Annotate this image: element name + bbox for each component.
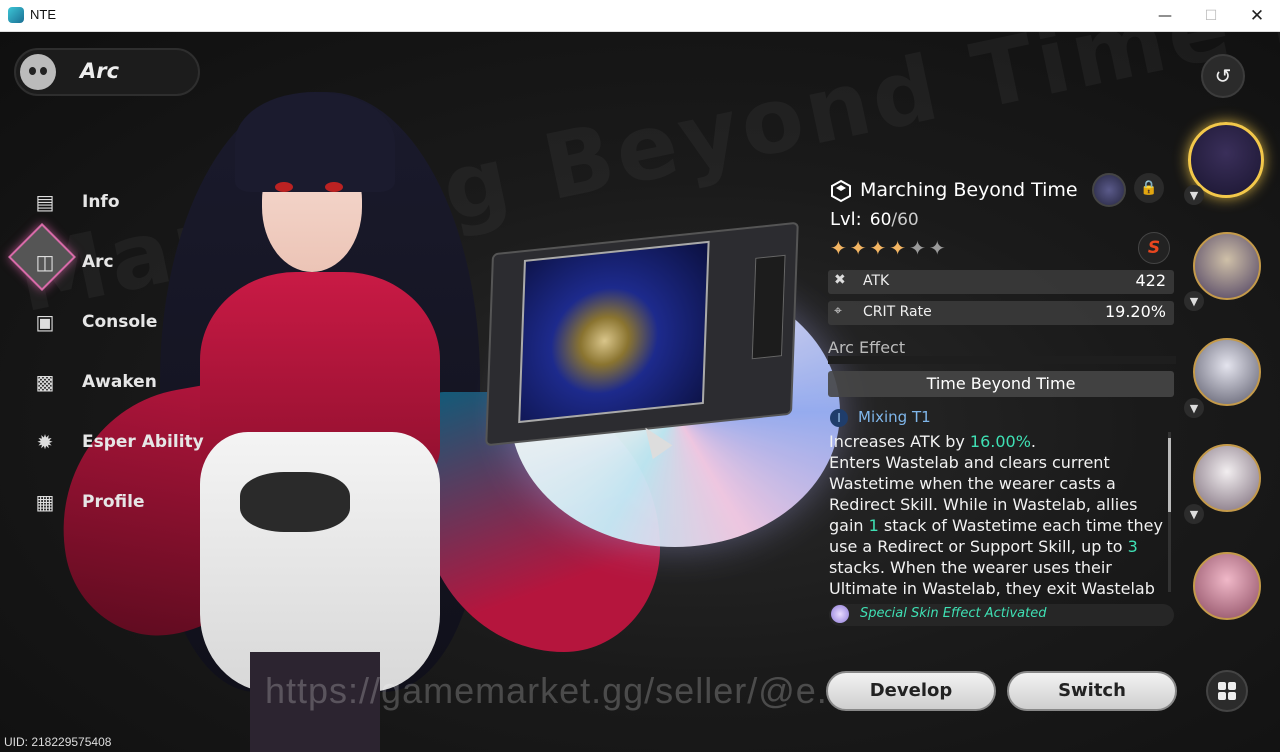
stat-name: ATK [863,273,890,289]
nav-item-label: Esper Ability [82,432,204,452]
desc-value: 3 [1127,537,1138,556]
nav-item-console[interactable]: ▣ Console [30,302,158,342]
nav-item-awaken[interactable]: ▩ Awaken [30,362,157,402]
desc-text: Increases ATK by [829,432,970,451]
profile-icon: ▦ [35,490,55,514]
stat-name: CRIT Rate [863,304,932,320]
special-skin-banner: Special Skin Effect Activated [829,604,1174,626]
roster-character-2[interactable] [1193,232,1261,300]
effect-name: Time Beyond Time [828,371,1174,397]
star-empty-icon: ✦ [928,236,949,260]
nav-item-label: Arc [82,252,114,272]
tier-badge: I [830,408,848,427]
tier-label: Mixing T1 [858,408,931,426]
close-button[interactable]: ✕ [1234,0,1280,31]
description-scrollbar-thumb[interactable] [1168,438,1171,512]
nav-item-info[interactable]: ▤ Info [30,182,120,222]
equipped-character-avatar[interactable] [1092,173,1126,207]
game-viewport: Marching Beyond Time Evernes Arc ▤ Info … [0,32,1280,752]
nav-item-arc[interactable]: ◫ Arc [8,223,114,291]
arc-type-icon [831,179,851,203]
desc-text: . [1030,432,1037,451]
roster-character-4[interactable] [1193,444,1261,512]
unequip-icon[interactable]: ▼ [1184,291,1204,311]
atk-icon: ✖ [834,272,846,288]
nav-item-label: Awaken [82,372,157,392]
star-filled-icon: ✦ [849,236,870,260]
arc-name: Marching Beyond Time [860,179,1078,201]
stat-row-atk: ✖ ATK 422 [828,270,1174,294]
back-icon[interactable]: ↺ [1201,54,1245,98]
crit-icon: ⌖ [834,303,842,319]
console-icon: ▣ [35,310,55,334]
lock-icon[interactable]: 🔒 [1134,173,1164,203]
nav-item-profile[interactable]: ▦ Profile [30,482,145,522]
arc-level: Lvl: 60/60 [830,209,919,230]
esper-icon: ✹ [36,430,54,454]
window-title: NTE [30,7,56,22]
grid-view-icon[interactable] [1206,670,1248,712]
url-watermark: https://gamemarket.gg/seller/@e...ws [265,670,896,711]
app-icon [8,7,24,23]
develop-button[interactable]: Develop [826,671,996,711]
effect-section-title: Arc Effect [828,338,1176,364]
stat-value: 422 [1135,271,1166,290]
sparkle-icon [831,605,849,623]
unequip-icon[interactable]: ▼ [1184,185,1204,205]
awaken-icon: ▩ [35,370,55,394]
desc-value: 1 [868,516,879,535]
minimize-button[interactable]: — [1142,0,1188,31]
info-icon: ▤ [35,190,55,214]
special-skin-text: Special Skin Effect Activated [860,606,1047,621]
star-filled-icon: ✦ [869,236,890,260]
maximize-button[interactable]: ☐ [1188,0,1234,31]
character-pill-label: Arc [80,59,120,83]
star-filled-icon: ✦ [889,236,910,260]
arc-icon: ◫ [35,250,55,274]
character-pill[interactable]: Arc [14,48,200,96]
player-uid: UID: 218229575408 [4,735,112,749]
level-max: /60 [891,210,919,230]
nav-item-label: Profile [82,492,145,512]
mask-icon [20,54,56,90]
roster-character-5[interactable] [1193,552,1261,620]
roster-character-3[interactable] [1193,338,1261,406]
desc-value: 16.00% [969,432,1031,451]
star-rating: ✦✦✦✦✦✦ [830,236,949,260]
stat-row-crit-rate: ⌖ CRIT Rate 19.20% [828,301,1174,325]
desc-text: stack of Wastetime each time they use a … [829,516,1163,556]
stat-value: 19.20% [1104,302,1166,321]
rank-badge: S [1138,232,1170,264]
nav-item-label: Info [82,192,120,212]
level-current: 60 [869,210,892,230]
star-filled-icon: ✦ [830,236,850,260]
window-titlebar: NTE — ☐ ✕ [0,0,1280,32]
unequip-icon[interactable]: ▼ [1184,398,1204,418]
switch-button[interactable]: Switch [1007,671,1177,711]
effect-description[interactable]: Increases ATK by 16.00%. Enters Wastelab… [829,431,1164,597]
nav-item-esper-ability[interactable]: ✹ Esper Ability [30,422,204,462]
unequip-icon[interactable]: ▼ [1184,504,1204,524]
desc-text: stacks. When the wearer uses their Ultim… [829,558,1155,597]
star-empty-icon: ✦ [909,236,929,260]
nav-item-label: Console [82,312,158,332]
effect-tier: I Mixing T1 [830,408,931,427]
level-label: Lvl: [830,209,862,230]
